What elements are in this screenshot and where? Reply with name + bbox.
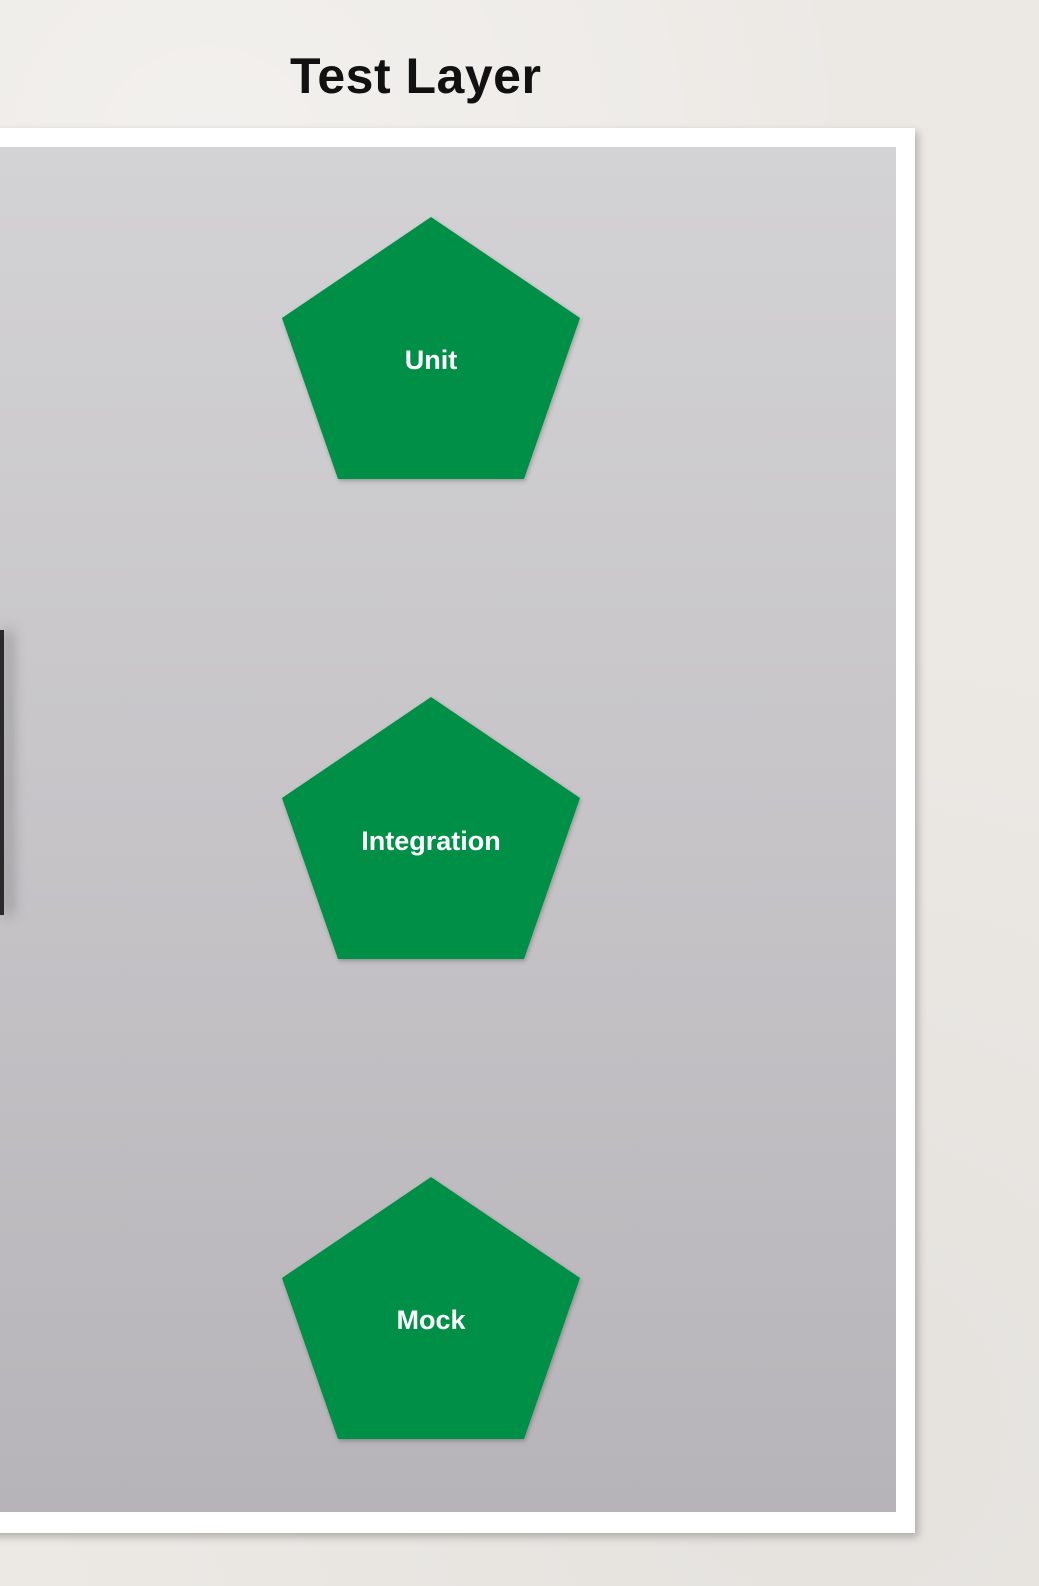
node-label: Mock — [396, 1305, 466, 1335]
node-label: Integration — [361, 826, 501, 856]
node-mock[interactable]: Mock — [282, 1177, 580, 1439]
node-integration[interactable]: Integration — [282, 697, 580, 959]
node-unit[interactable]: Unit — [282, 217, 580, 479]
node-label: Unit — [405, 345, 457, 375]
diagram-canvas: Unit Integration Mock — [282, 217, 580, 1439]
